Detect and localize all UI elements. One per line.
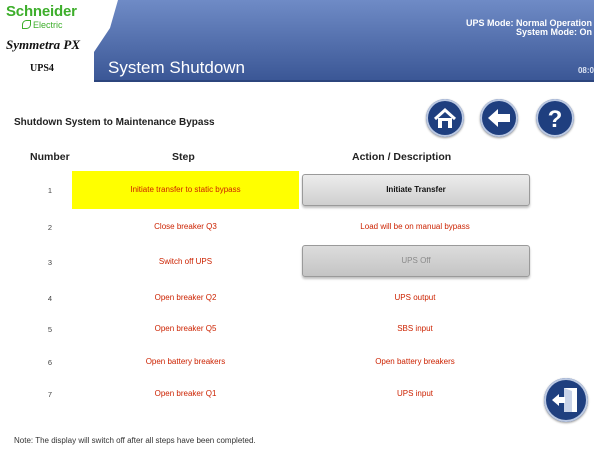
action-description: Open battery breakers [375,357,455,366]
step-text: Switch off UPS [158,257,213,266]
ups-off-button[interactable]: UPS Off [302,245,530,277]
back-button[interactable] [480,99,518,137]
step-text: Close breaker Q3 [154,222,217,231]
footer-note: Note: The display will switch off after … [14,436,256,445]
home-icon [433,107,457,128]
row-number: 7 [47,390,53,399]
step-text: Open breaker Q1 [154,389,217,398]
page-title: System Shutdown [108,58,246,77]
step-text: Open battery breakers [145,357,226,366]
back-arrow-icon [488,109,510,127]
row-number: 6 [47,358,53,367]
column-header-action: Action / Description [352,151,452,163]
step-text: Open breaker Q5 [154,324,217,333]
status-block: UPS Mode: Normal Operation System Mode: … [466,19,592,37]
clock: 08:0 [577,66,594,75]
svg-text:?: ? [548,106,563,133]
column-header-number: Number [30,151,70,163]
action-description: UPS input [396,389,434,398]
initiate-transfer-button[interactable]: Initiate Transfer [302,174,530,206]
row-number: 1 [47,186,53,195]
leaf-icon [22,20,31,29]
row-number: 3 [47,258,53,267]
brand-sub-text: Electric [33,20,63,30]
action-description: Load will be on manual bypass [360,222,470,231]
help-button[interactable]: ? [536,99,574,137]
row-number: 2 [47,223,53,232]
row-number: 5 [47,325,53,334]
unit-name: UPS4 [30,63,54,74]
header-bar: Schneider Electric Symmetra PX UPS4 Syst… [0,0,594,82]
product-model: Symmetra PX [6,37,81,52]
brand-logo: Schneider Electric Symmetra PX UPS4 [0,0,94,82]
procedure-title: Shutdown System to Maintenance Bypass [14,117,215,128]
help-icon: ? [548,106,563,133]
row-number: 4 [47,294,53,303]
home-button[interactable] [426,99,464,137]
exit-door-icon [552,388,577,412]
step-text-current: Initiate transfer to static bypass [72,171,299,209]
brand-sub: Electric [22,20,63,30]
action-description: SBS input [397,324,433,333]
action-description: UPS output [394,293,436,302]
brand-name: Schneider [6,3,77,20]
step-text: Open breaker Q2 [154,293,217,302]
exit-button[interactable] [544,378,588,422]
column-header-step: Step [172,151,195,163]
system-mode-text: System Mode: On [515,27,592,37]
